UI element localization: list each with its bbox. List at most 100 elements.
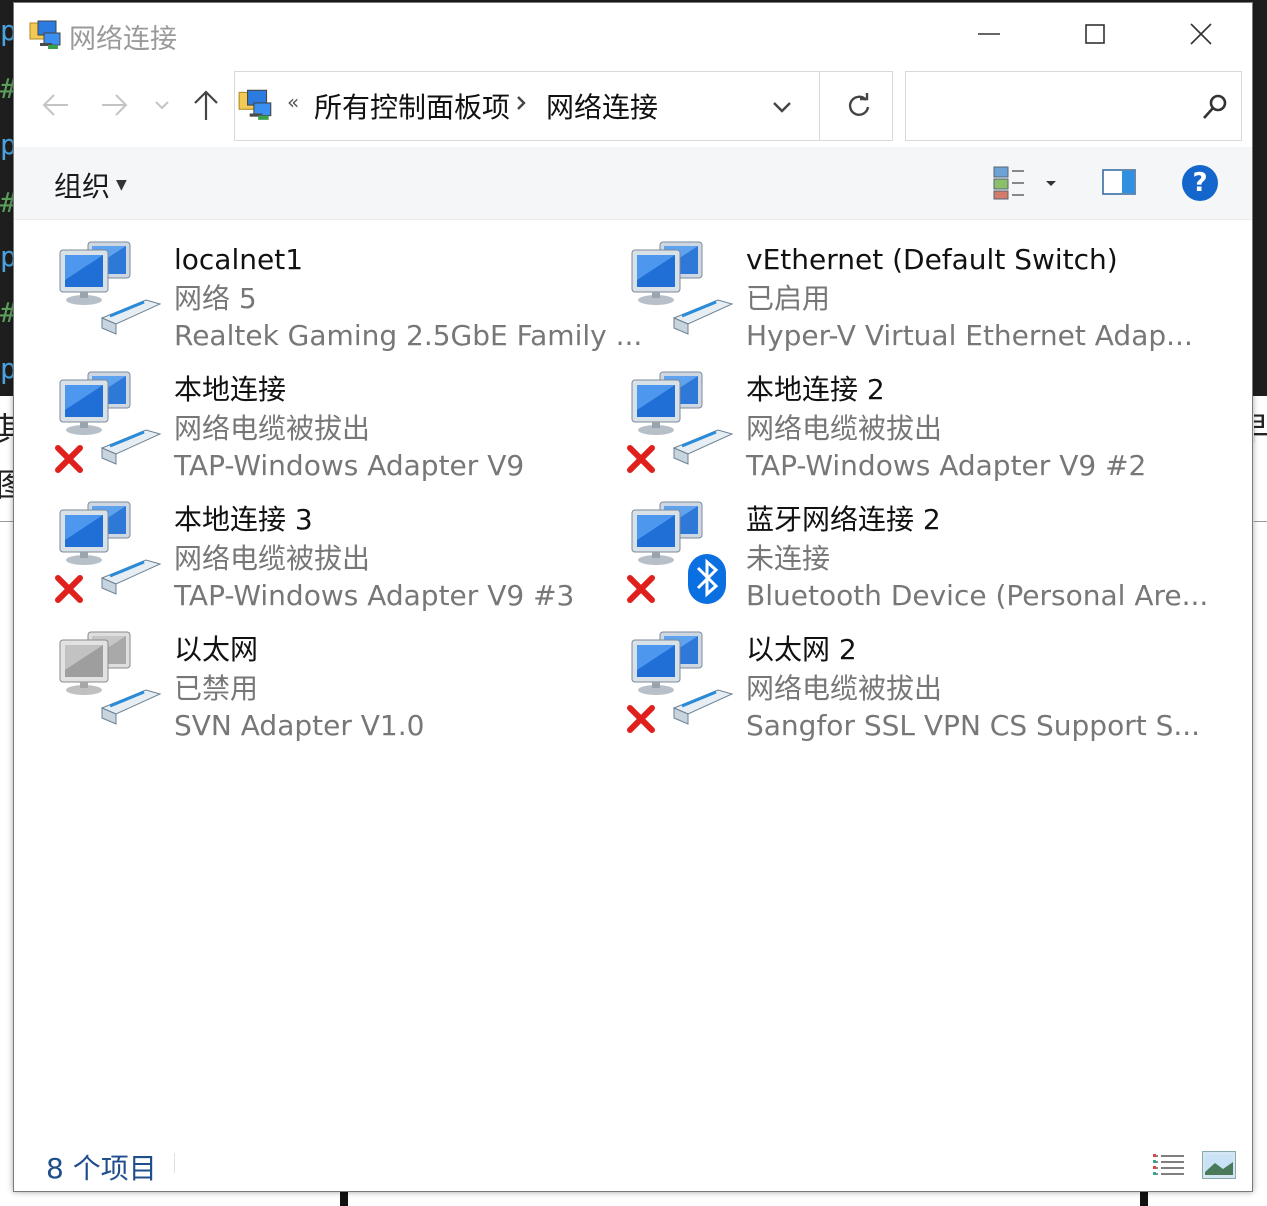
ethernet-plug-icon <box>672 689 734 725</box>
network-adapter-icon <box>631 241 734 335</box>
bg-char: 其 <box>0 410 13 448</box>
bg-side-char: 图 <box>0 460 13 506</box>
breadcrumb-network-connections[interactable]: 网络连接 <box>546 86 658 126</box>
connection-device: TAP-Windows Adapter V9 #3 <box>174 579 575 612</box>
connection-name: localnet1 <box>174 243 304 276</box>
bluetooth-adapter-icon <box>627 501 726 604</box>
bg-divider <box>0 521 13 522</box>
preview-pane-button[interactable] <box>1102 169 1136 195</box>
connection-name: 本地连接 2 <box>746 373 885 406</box>
connection-text: 蓝牙网络连接 2 未连接 Bluetooth Device (Personal … <box>746 500 1209 614</box>
bg-glyph: # <box>0 296 14 329</box>
refresh-button[interactable] <box>841 88 877 124</box>
bg-glyph: p <box>0 14 14 47</box>
back-button[interactable] <box>36 85 76 125</box>
connection-status: 已禁用 <box>174 672 259 705</box>
network-adapter-icon <box>55 371 162 473</box>
address-dropdown-button[interactable] <box>767 92 797 122</box>
connection-name: 蓝牙网络连接 2 <box>746 503 941 536</box>
close-button[interactable] <box>1148 3 1254 65</box>
status-divider <box>174 1153 175 1173</box>
bg-glyph: p <box>0 128 14 161</box>
monitors-icon <box>59 501 131 565</box>
address-bar[interactable]: « 所有控制面板项 网络连接 <box>234 71 893 141</box>
bluetooth-icon <box>688 554 726 604</box>
connection-item[interactable]: 本地连接 3 网络电缆被拔出 TAP-Windows Adapter V9 #3 <box>54 498 614 618</box>
connection-device: TAP-Windows Adapter V9 <box>174 449 525 482</box>
arrow-right-icon <box>102 94 128 116</box>
organize-menu-button[interactable]: 组织 ▼ <box>54 165 127 205</box>
bg-glyph: p <box>0 240 14 273</box>
connection-text: 以太网 2 网络电缆被拔出 Sangfor SSL VPN CS Support… <box>746 630 1201 744</box>
monitors-icon <box>631 241 703 305</box>
bg-char: 早 <box>1254 410 1267 448</box>
connection-device: Hyper-V Virtual Ethernet Adap... <box>746 319 1193 352</box>
red-x-icon <box>55 575 83 603</box>
navigation-bar: « 所有控制面板项 网络连接 <box>14 65 1252 147</box>
background-editor-glyphs: p # p # p # p <box>0 0 14 396</box>
red-x-icon <box>627 705 655 733</box>
breadcrumb-control-panel-items[interactable]: 所有控制面板项 <box>314 86 510 126</box>
title-bar[interactable]: 网络连接 <box>14 3 1252 65</box>
search-input[interactable] <box>914 80 1198 134</box>
connection-item[interactable]: 以太网 2 网络电缆被拔出 Sangfor SSL VPN CS Support… <box>626 628 1201 748</box>
connection-item[interactable]: localnet1 网络 5 Realtek Gaming 2.5GbE Fam… <box>54 238 643 358</box>
search-icon[interactable] <box>1200 92 1230 122</box>
connection-status: 已启用 <box>746 282 831 315</box>
bg-side-char: 其 <box>0 404 13 450</box>
network-adapter-disabled-icon <box>59 631 162 725</box>
maximize-button[interactable] <box>1042 3 1148 65</box>
chevron-right-icon[interactable] <box>515 94 527 112</box>
network-adapter-icon <box>59 241 162 335</box>
large-icons-view-button[interactable] <box>1202 1151 1236 1179</box>
caret-down-icon: ▼ <box>116 177 127 193</box>
monitors-icon <box>59 371 131 435</box>
red-x-icon <box>627 445 655 473</box>
connection-item[interactable]: vEthernet (Default Switch) 已启用 Hyper-V V… <box>626 238 1193 358</box>
minimize-button[interactable] <box>936 3 1042 65</box>
connection-text: localnet1 网络 5 Realtek Gaming 2.5GbE Fam… <box>174 240 643 354</box>
details-view-button[interactable] <box>1152 1153 1186 1179</box>
recent-locations-button[interactable] <box>150 85 174 125</box>
bg-divider <box>1254 521 1267 522</box>
bg-tick <box>1140 1192 1148 1206</box>
connection-device: SVN Adapter V1.0 <box>174 709 425 742</box>
network-connections-window: 网络连接 « 所有控制面板项 网络连接 组织 ▼ ? localnet1 网络 … <box>13 2 1253 1192</box>
connection-name: 本地连接 <box>174 373 287 406</box>
connection-name: 本地连接 3 <box>174 503 313 536</box>
connection-item[interactable]: 以太网 已禁用 SVN Adapter V1.0 <box>54 628 614 748</box>
forward-button[interactable] <box>94 85 134 125</box>
connection-device: Realtek Gaming 2.5GbE Family ... <box>174 319 643 352</box>
ethernet-plug-icon <box>100 429 162 465</box>
connection-text: 本地连接 2 网络电缆被拔出 TAP-Windows Adapter V9 #2 <box>746 370 1186 484</box>
connection-item[interactable]: 本地连接 网络电缆被拔出 TAP-Windows Adapter V9 <box>54 368 614 488</box>
change-view-button[interactable] <box>990 165 1062 201</box>
bg-char: 图 <box>0 466 13 504</box>
monitors-icon <box>631 631 703 695</box>
connection-status: 未连接 <box>746 542 831 575</box>
connection-name: vEthernet (Default Switch) <box>746 243 1118 276</box>
connection-status: 网络电缆被拔出 <box>746 672 943 705</box>
chevron-down-icon <box>773 102 791 113</box>
ethernet-plug-icon <box>100 559 162 595</box>
monitors-icon <box>59 631 131 695</box>
search-box[interactable] <box>905 71 1242 141</box>
connection-device: Sangfor SSL VPN CS Support S... <box>746 709 1201 742</box>
landscape-icon <box>1205 1155 1233 1175</box>
connection-device: Bluetooth Device (Personal Are... <box>746 579 1209 612</box>
maximize-icon <box>1085 24 1105 44</box>
network-folder-icon <box>29 20 61 49</box>
network-adapter-icon <box>55 501 162 603</box>
help-button[interactable]: ? <box>1182 165 1218 201</box>
connections-list: localnet1 网络 5 Realtek Gaming 2.5GbE Fam… <box>14 220 1252 1130</box>
ethernet-plug-icon <box>100 299 162 335</box>
connection-item[interactable]: 本地连接 2 网络电缆被拔出 TAP-Windows Adapter V9 #2 <box>626 368 1186 488</box>
connection-device: TAP-Windows Adapter V9 #2 <box>746 449 1147 482</box>
network-adapter-icon <box>627 371 734 473</box>
breadcrumb-overflow-button[interactable]: « <box>287 90 299 114</box>
red-x-icon <box>55 445 83 473</box>
ethernet-plug-icon <box>672 299 734 335</box>
up-button[interactable] <box>186 85 226 125</box>
connection-item[interactable]: 蓝牙网络连接 2 未连接 Bluetooth Device (Personal … <box>626 498 1209 618</box>
connection-status: 网络电缆被拔出 <box>174 542 371 575</box>
